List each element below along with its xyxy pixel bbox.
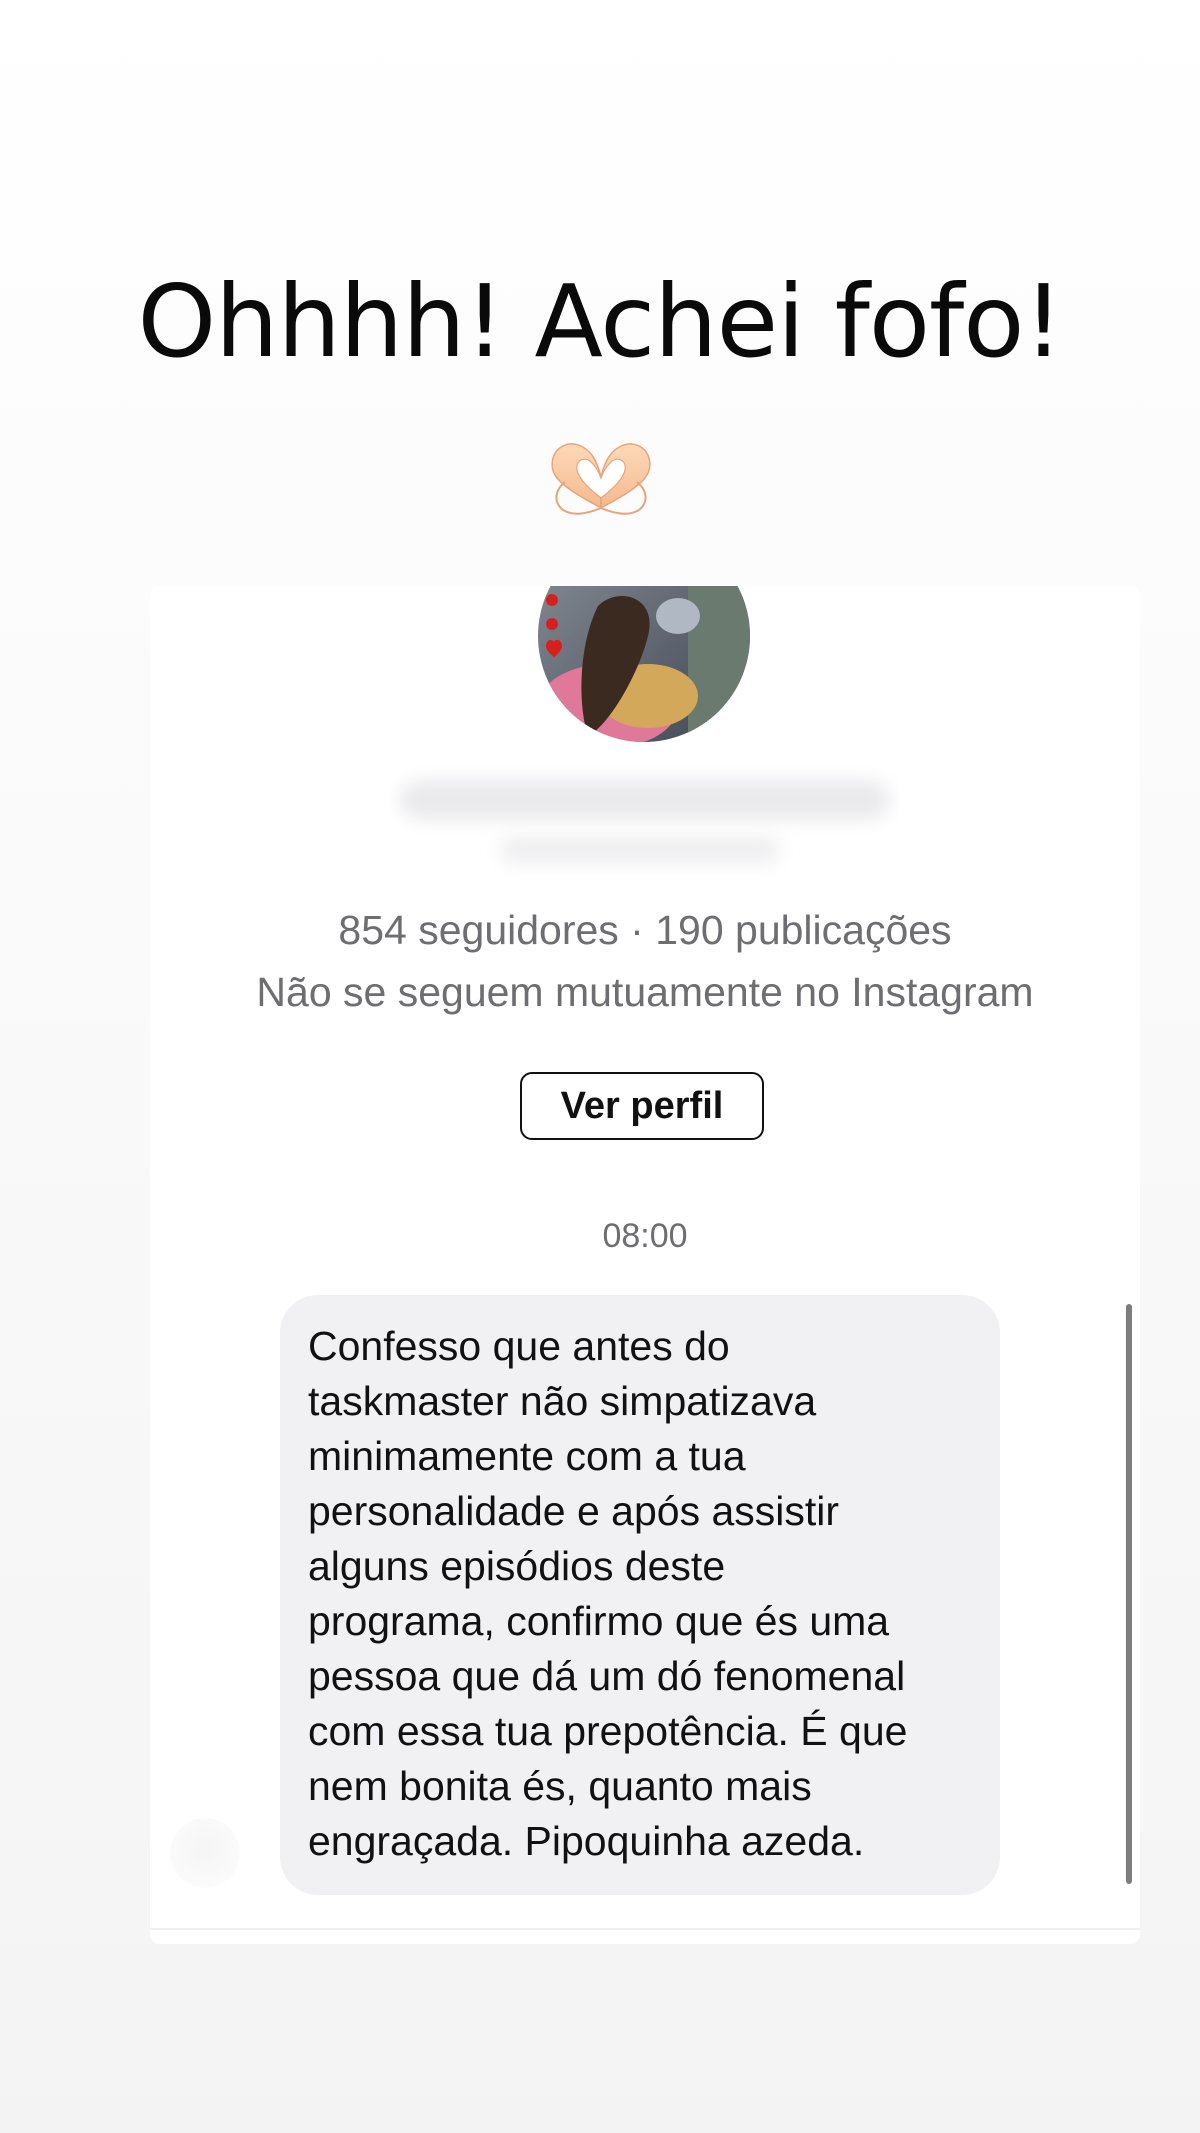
scrollbar[interactable] [1126,1304,1132,1884]
message-line: Confesso que antes do [308,1323,730,1369]
message-line: taskmaster não simpatizava [308,1378,817,1424]
message-timestamp: 08:00 [602,1217,688,1255]
story-title: Ohhhh! Achei fofo! [137,263,1063,380]
message-line: pessoa que dá um dó fenomenal [308,1653,906,1699]
profile-stats: 854 seguidores · 190 publicações [338,907,952,953]
heart-hands-icon [545,438,657,516]
divider [150,1928,1140,1930]
message-bubble[interactable]: Confesso que antes do taskmaster não sim… [280,1295,1000,1895]
message-line: personalidade e após assistir [308,1488,840,1534]
message-line: com essa tua prepotência. É que [308,1708,908,1754]
message-line: minimamente com a tua [308,1433,746,1479]
message-line: programa, confirmo que és uma [308,1598,890,1644]
sender-avatar[interactable] [170,1818,240,1888]
blurred-profile-name [390,761,900,881]
message-line: engraçada. Pipoquinha azeda. [308,1818,865,1864]
mutual-follow-status: Não se seguem mutuamente no Instagram [256,969,1034,1015]
profile-avatar[interactable] [538,586,750,742]
view-profile-button[interactable]: Ver perfil [520,1072,764,1140]
message-line: nem bonita és, quanto mais [308,1763,812,1809]
profile-card: 854 seguidores · 190 publicações Não se … [150,586,1140,1944]
message-line: alguns episódios deste [308,1543,726,1589]
